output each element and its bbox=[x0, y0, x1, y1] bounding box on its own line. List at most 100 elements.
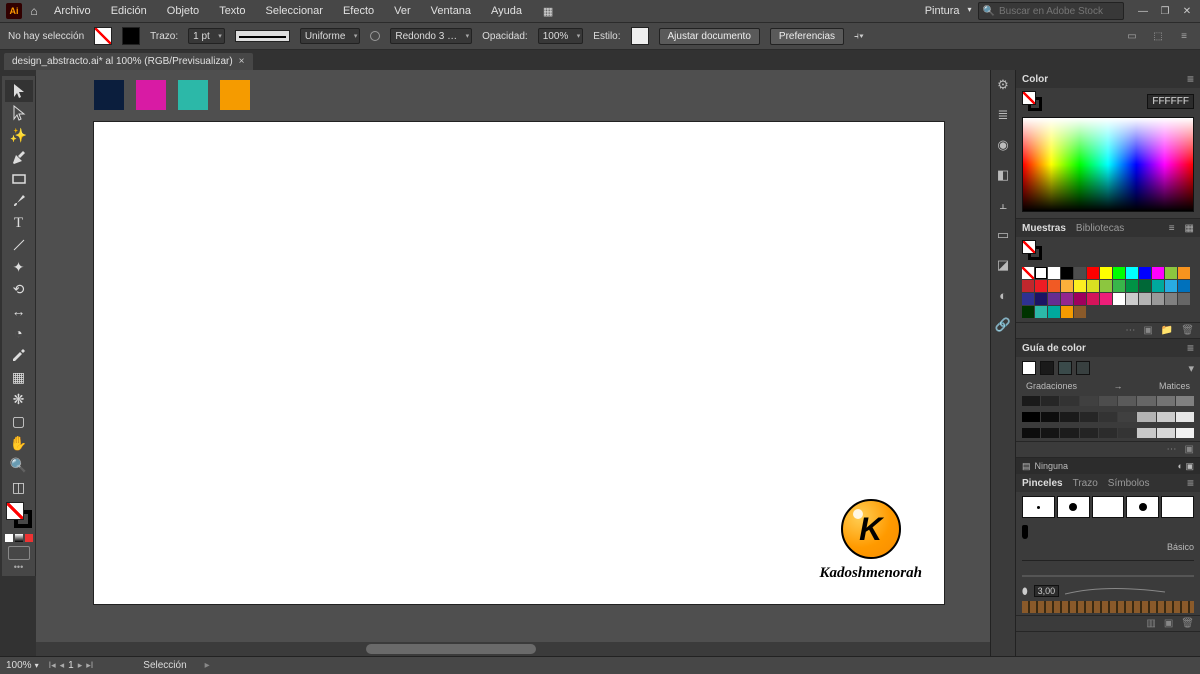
menu-archivo[interactable]: Archivo bbox=[46, 2, 99, 20]
swatch-cell[interactable] bbox=[1035, 293, 1047, 305]
swatch-cell[interactable] bbox=[1061, 267, 1073, 279]
line-tool[interactable] bbox=[5, 234, 33, 256]
swatch-cell[interactable] bbox=[1139, 267, 1151, 279]
brush-stroke-preview[interactable] bbox=[1022, 568, 1194, 582]
swatch-cell[interactable] bbox=[1022, 267, 1034, 279]
brush-size-field[interactable]: 3,00 bbox=[1034, 585, 1060, 597]
transparency-icon[interactable]: ◐ bbox=[994, 286, 1012, 304]
gradation-cell[interactable] bbox=[1041, 412, 1059, 422]
swatch-cell[interactable] bbox=[1087, 293, 1099, 305]
gradation-cell[interactable] bbox=[1176, 396, 1194, 406]
color-guide-tab[interactable]: Guía de color bbox=[1022, 343, 1086, 354]
arrange-windows-icon[interactable]: ▦ bbox=[538, 3, 558, 19]
brush-opt-icon[interactable]: ◐ bbox=[1178, 461, 1183, 471]
toolbox-expand-icon[interactable]: ••• bbox=[9, 562, 29, 572]
zoom-level[interactable]: 100%▾ bbox=[6, 660, 39, 671]
gradation-cell[interactable] bbox=[1118, 412, 1136, 422]
gradation-cell[interactable] bbox=[1137, 396, 1155, 406]
gradation-cell[interactable] bbox=[1060, 396, 1078, 406]
gradation-cell[interactable] bbox=[1099, 396, 1117, 406]
gradations-grid-3[interactable] bbox=[1016, 425, 1200, 441]
panel-menu-icon[interactable]: ≡ bbox=[1187, 341, 1194, 355]
swatch-cell[interactable] bbox=[1126, 280, 1138, 292]
fill-color-icon[interactable] bbox=[6, 502, 24, 520]
menu-ver[interactable]: Ver bbox=[386, 2, 419, 20]
shape-builder-tool[interactable]: ◔ bbox=[5, 322, 33, 344]
stroke-weight-field[interactable]: 1 pt bbox=[188, 28, 225, 44]
swatch-cell[interactable] bbox=[1035, 280, 1047, 292]
color-fillstroke-icon[interactable] bbox=[1022, 91, 1042, 111]
first-artboard-icon[interactable]: I◂ bbox=[49, 660, 56, 671]
color-panel-tab[interactable]: Color bbox=[1022, 74, 1048, 85]
brush-lib-icon[interactable]: ▥ bbox=[1146, 618, 1155, 629]
swatch-cell[interactable] bbox=[1022, 306, 1034, 318]
links-icon[interactable]: 🔗 bbox=[994, 316, 1012, 334]
swatch-cell[interactable] bbox=[1074, 280, 1086, 292]
delete-brush-icon[interactable]: 🗑 bbox=[1181, 618, 1194, 629]
swatch-cell[interactable] bbox=[1113, 267, 1125, 279]
fit-document-button[interactable]: Ajustar documento bbox=[659, 28, 760, 45]
harmony-arrow-icon[interactable]: → bbox=[1114, 381, 1123, 391]
color-spectrum[interactable] bbox=[1022, 117, 1194, 212]
prev-artboard-icon[interactable]: ◂ bbox=[60, 660, 65, 671]
brush-thumb[interactable] bbox=[1022, 496, 1055, 518]
swatch-cell[interactable] bbox=[1035, 267, 1047, 279]
swatch-list-view-icon[interactable]: ≡ bbox=[1169, 223, 1175, 234]
opacity-field[interactable]: 100% bbox=[538, 28, 584, 44]
swatches-tab[interactable]: Muestras bbox=[1022, 223, 1066, 234]
swatch-cell[interactable] bbox=[1061, 293, 1073, 305]
swatch-cell[interactable] bbox=[1100, 293, 1112, 305]
swatch-cell[interactable] bbox=[1100, 280, 1112, 292]
libraries-tab[interactable]: Bibliotecas bbox=[1076, 223, 1124, 234]
swatch-cell[interactable] bbox=[1074, 267, 1086, 279]
fill-swatch[interactable] bbox=[94, 27, 112, 45]
menu-efecto[interactable]: Efecto bbox=[335, 2, 382, 20]
swatch-cell[interactable] bbox=[1152, 267, 1164, 279]
transform-icon[interactable]: ▭ bbox=[994, 226, 1012, 244]
swatch-cell[interactable] bbox=[1100, 267, 1112, 279]
guide-save-icon[interactable]: ▣ bbox=[1185, 444, 1194, 455]
swatch-cell[interactable] bbox=[1048, 280, 1060, 292]
window-close-icon[interactable]: ✕ bbox=[1180, 4, 1194, 18]
brush-thumb[interactable] bbox=[1057, 496, 1090, 518]
gradation-cell[interactable] bbox=[1022, 412, 1040, 422]
logo-group[interactable]: K Kadoshmenorah bbox=[819, 499, 922, 582]
brush-thumb[interactable] bbox=[1092, 496, 1125, 518]
gradation-cell[interactable] bbox=[1157, 412, 1175, 422]
menu-objeto[interactable]: Objeto bbox=[159, 2, 207, 20]
gradation-cell[interactable] bbox=[1022, 428, 1040, 438]
color-mode-solid-icon[interactable] bbox=[5, 534, 13, 542]
gradation-cell[interactable] bbox=[1060, 412, 1078, 422]
properties-icon[interactable]: ⚙ bbox=[994, 76, 1012, 94]
paintbrush-tool[interactable] bbox=[5, 190, 33, 212]
menu-ayuda[interactable]: Ayuda bbox=[483, 2, 530, 20]
swatch-cell[interactable] bbox=[1048, 306, 1060, 318]
guide-action-icon[interactable]: ⋯ bbox=[1167, 444, 1177, 455]
horizontal-scrollbar[interactable] bbox=[36, 642, 990, 656]
new-brush-icon[interactable]: ▣ bbox=[1164, 618, 1173, 629]
appearance-icon[interactable]: ◉ bbox=[994, 136, 1012, 154]
stock-search[interactable]: 🔍 bbox=[978, 2, 1124, 20]
brush-badge-icon[interactable]: ▣ bbox=[1185, 461, 1194, 471]
swatch-cell[interactable] bbox=[1126, 267, 1138, 279]
menu-ventana[interactable]: Ventana bbox=[423, 2, 479, 20]
brush-thumb[interactable] bbox=[1126, 496, 1159, 518]
gradation-cell[interactable] bbox=[1041, 428, 1059, 438]
swatch-cell[interactable] bbox=[1113, 293, 1125, 305]
document-tab[interactable]: design_abstracto.ai* al 100% (RGB/Previs… bbox=[4, 53, 253, 70]
gradation-cell[interactable] bbox=[1157, 396, 1175, 406]
artboard[interactable]: K Kadoshmenorah bbox=[94, 122, 944, 604]
workspace-selector[interactable]: Pintura bbox=[919, 3, 972, 19]
hex-value[interactable]: FFFFFF bbox=[1147, 94, 1194, 109]
brush-stroke-preview[interactable] bbox=[1022, 553, 1194, 567]
swatch-cell[interactable] bbox=[1165, 293, 1177, 305]
swatch-cell[interactable] bbox=[1178, 267, 1190, 279]
stroke-tab[interactable]: Trazo bbox=[1073, 478, 1098, 489]
window-minimize-icon[interactable]: — bbox=[1136, 4, 1150, 18]
swatch-cell[interactable] bbox=[1048, 293, 1060, 305]
transform-panel-icon[interactable]: ▭ bbox=[1124, 28, 1140, 44]
swatch-cell[interactable] bbox=[1061, 306, 1073, 318]
swatch-cell[interactable] bbox=[1035, 306, 1047, 318]
fill-stroke-control[interactable] bbox=[6, 502, 32, 528]
swatch-2[interactable] bbox=[136, 80, 166, 110]
